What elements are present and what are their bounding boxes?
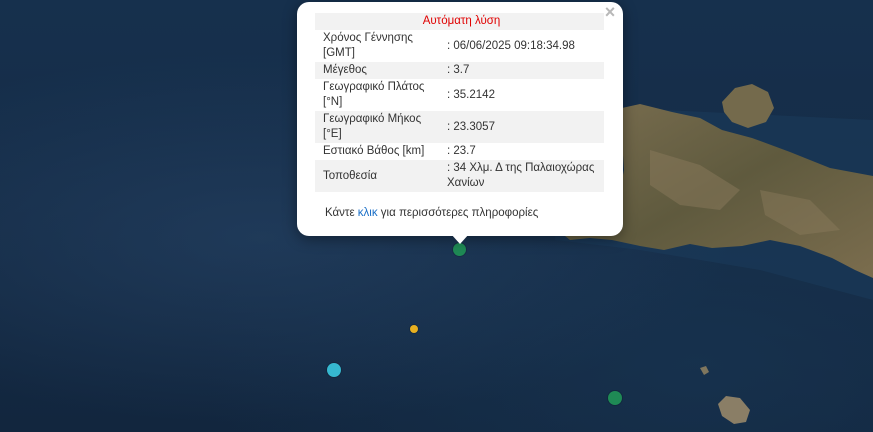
table-row: Εστιακό Βάθος [km] : 23.7: [315, 143, 604, 160]
more-info-text: Κάντε κλικ για περισσότερες πληροφορίες: [325, 207, 538, 219]
origin-time-label: Χρόνος Γέννησης [GMT]: [323, 32, 413, 59]
longitude-value: : 23.3057: [439, 111, 604, 143]
more-info-suffix: για περισσότερες πληροφορίες: [377, 207, 539, 219]
more-info-prefix: Κάντε: [325, 207, 358, 219]
table-row: Μέγεθος : 3.7: [315, 62, 604, 79]
earthquake-marker-cyan[interactable]: [327, 363, 341, 377]
earthquake-info-popup: × Αυτόματη λύση Χρόνος Γέννησης [GMT] : …: [297, 2, 623, 236]
magnitude-label: Μέγεθος: [315, 62, 439, 79]
location-value: : 34 Χλμ. Δ της Παλαιοχώρας Χανίων: [439, 160, 604, 192]
popup-tip: [451, 234, 469, 244]
location-label: Τοποθεσία: [315, 160, 439, 192]
depth-value: : 23.7: [447, 145, 476, 157]
table-row: Χρόνος Γέννησης [GMT] : 06/06/2025 09:18…: [315, 30, 604, 62]
magnitude-value: : 3.7: [439, 62, 604, 79]
earthquake-marker-green[interactable]: [608, 391, 622, 405]
earthquake-marker-selected[interactable]: [453, 243, 466, 256]
islet-tiny: [700, 366, 709, 375]
latitude-value: : 35.2142: [447, 88, 495, 101]
table-row: Γεωγραφικό Πλάτος [°N] : 35.2142: [315, 79, 604, 111]
more-info-link[interactable]: κλικ: [358, 207, 378, 219]
table-row: Τοποθεσία : 34 Χλμ. Δ της Παλαιοχώρας Χα…: [315, 160, 604, 192]
earthquake-details-table: Αυτόματη λύση Χρόνος Γέννησης [GMT] : 06…: [315, 13, 604, 192]
depth-label: Εστιακό Βάθος [km]: [323, 145, 425, 157]
islet-south: [718, 396, 750, 424]
origin-time-value: : 06/06/2025 09:18:34.98: [447, 39, 575, 52]
popup-title: Αυτόματη λύση: [315, 13, 604, 30]
popup-title-row: Αυτόματη λύση: [315, 13, 604, 30]
longitude-label: Γεωγραφικό Μήκος [°E]: [315, 111, 439, 143]
latitude-label: Γεωγραφικό Πλάτος [°N]: [323, 81, 425, 108]
table-row: Γεωγραφικό Μήκος [°E] : 23.3057: [315, 111, 604, 143]
earthquake-marker-yellow[interactable]: [410, 325, 418, 333]
